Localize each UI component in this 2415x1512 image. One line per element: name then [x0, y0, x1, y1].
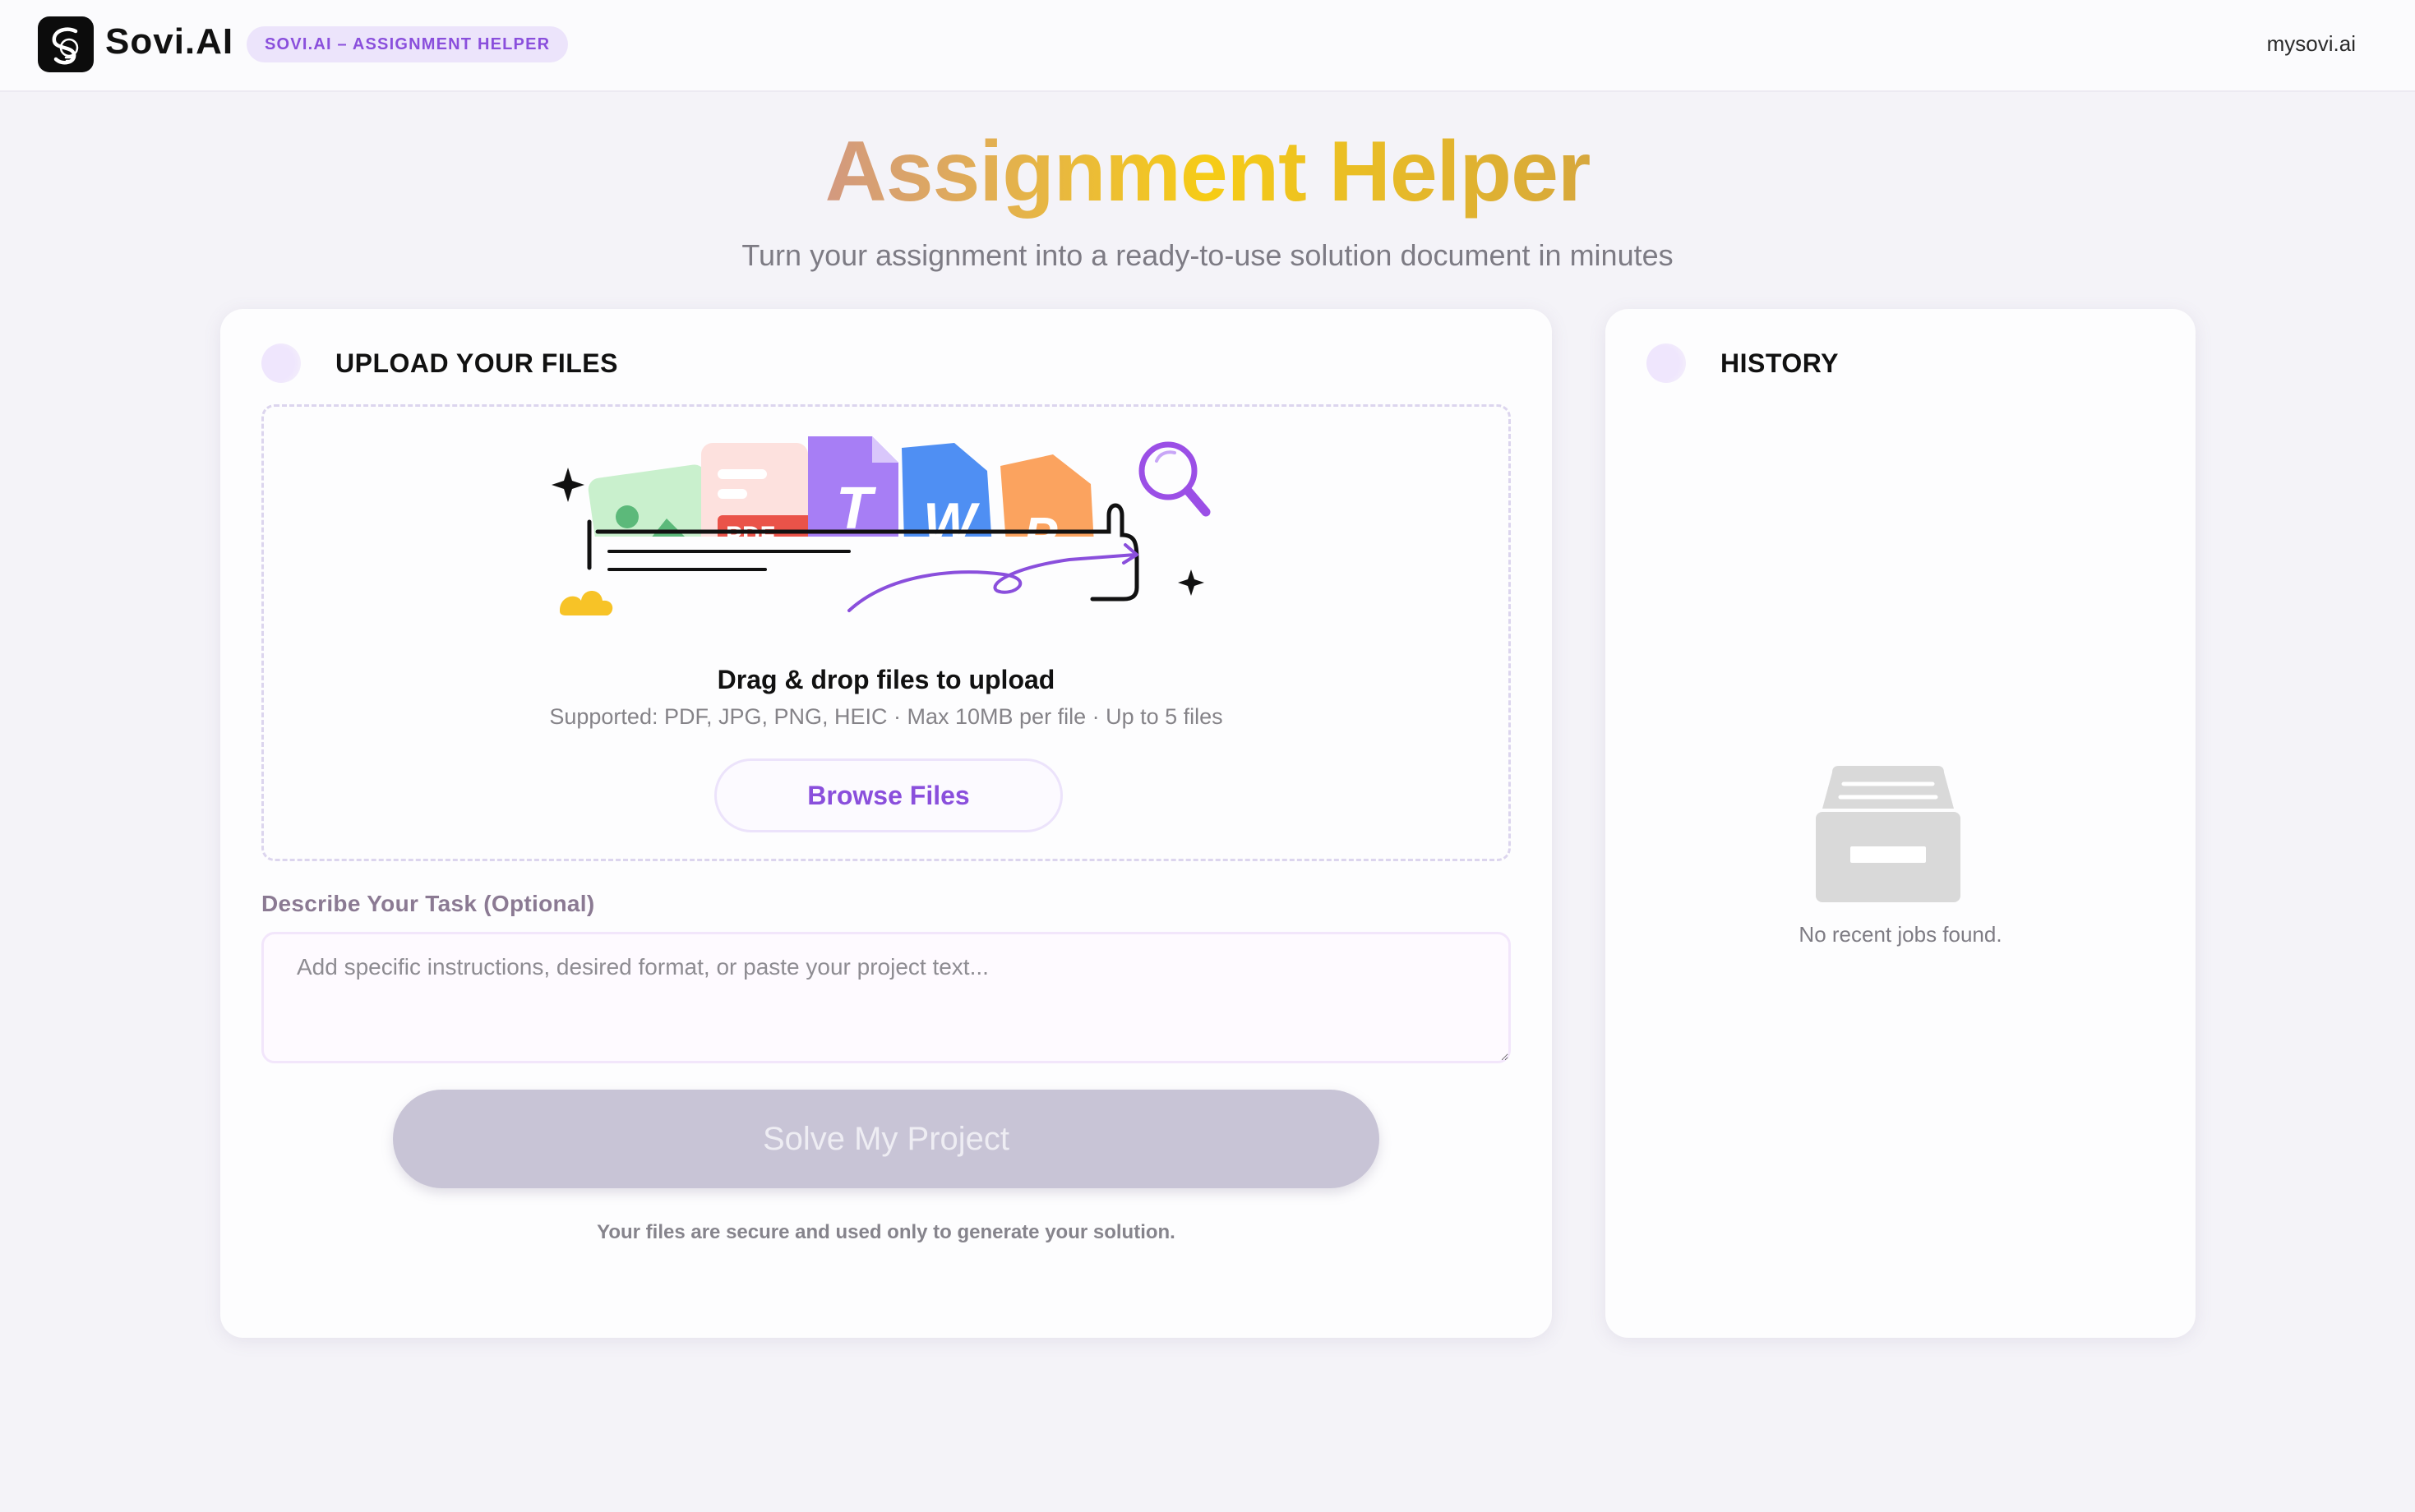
- archive-box-icon: [1816, 766, 1960, 902]
- section-dot-icon: [261, 343, 301, 383]
- browse-files-button[interactable]: Browse Files: [714, 758, 1063, 832]
- upload-card: UPLOAD YOUR FILES PDF T W P Drag & drop …: [220, 309, 1552, 1338]
- page-title: Assignment Helper: [0, 123, 2415, 221]
- section-dot-icon: [1646, 343, 1686, 383]
- drop-zone-title: Drag & drop files to upload: [717, 665, 1055, 694]
- product-badge: SOVI.AI – ASSIGNMENT HELPER: [247, 26, 569, 62]
- solve-project-button[interactable]: Solve My Project: [393, 1090, 1379, 1188]
- upload-section-title: UPLOAD YOUR FILES: [335, 348, 618, 378]
- top-navbar: Sovi.AI SOVI.AI – ASSIGNMENT HELPER myso…: [0, 0, 2415, 92]
- brand-name[interactable]: Sovi.AI: [105, 21, 233, 62]
- history-section-title: HISTORY: [1720, 348, 1839, 378]
- file-drop-zone[interactable]: PDF T W P Drag & drop files to upload Su…: [261, 404, 1511, 861]
- drop-zone-subtitle: Supported: PDF, JPG, PNG, HEIC · Max 10M…: [549, 704, 1223, 729]
- upload-illustration-icon: PDF T W P: [552, 436, 1211, 634]
- history-empty-text: No recent jobs found.: [1799, 922, 2002, 947]
- history-card: HISTORY No recent jobs found.: [1605, 309, 2196, 1338]
- page-subtitle: Turn your assignment into a ready-to-use…: [741, 238, 1674, 272]
- sovi-logo-icon[interactable]: [38, 16, 94, 72]
- site-link[interactable]: mysovi.ai: [2267, 31, 2356, 57]
- task-description-input[interactable]: [261, 932, 1511, 1063]
- task-description-label: Describe Your Task (Optional): [261, 891, 595, 916]
- security-note: Your files are secure and used only to g…: [597, 1221, 1175, 1243]
